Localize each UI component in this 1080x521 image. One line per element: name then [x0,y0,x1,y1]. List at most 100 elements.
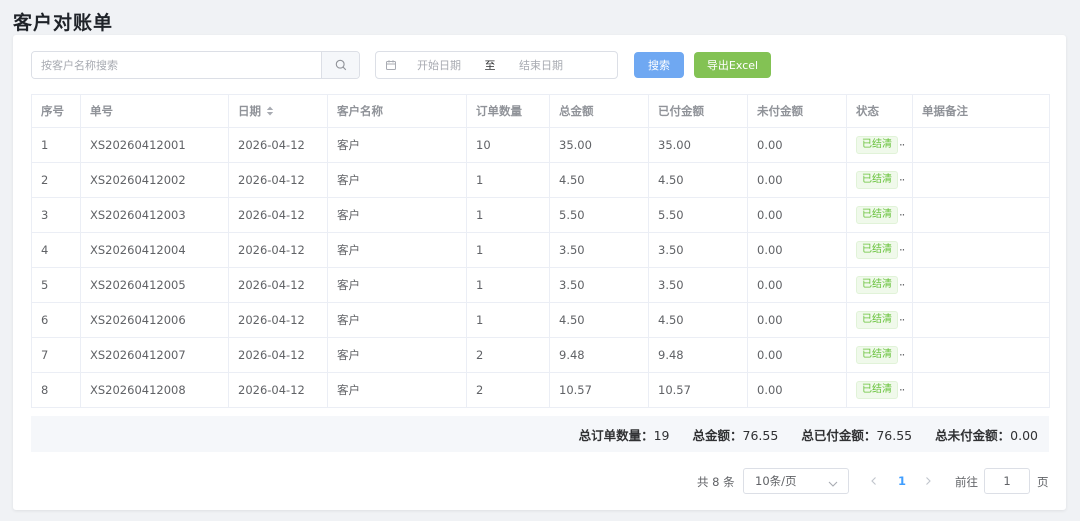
table-cell [913,303,1050,338]
table-cell: 2 [467,373,550,408]
table-cell: XS20260412003 [81,198,229,233]
table-cell: 2 [32,163,81,198]
table-cell: 10.57 [649,373,748,408]
table-cell: 6 [32,303,81,338]
table-cell: 3.50 [649,268,748,303]
table-cell: 2026-04-12 [229,373,328,408]
table-row[interactable]: 6 XS20260412006 2026-04-12 客户 1 4.50 4.50 0.00 已… [32,303,1050,338]
next-page-button[interactable] [924,475,932,489]
table-cell: XS20260412002 [81,163,229,198]
total-amount-value: 76.55 [742,427,779,443]
table-cell: 4 [32,233,81,268]
overflow-ellipsis-icon: ·· [899,173,905,187]
page-size-value: 10条/页 [755,474,797,488]
table-cell: 3.50 [550,268,649,303]
summary-bar: 总订单数量：19 总金额：76.55 总已付金额：76.55 总未付金额：0.0… [31,416,1049,452]
date-column-header[interactable]: 日期 [229,95,328,128]
status-badge: 已结清 [856,311,898,329]
table-cell: 客户 [328,373,467,408]
table-cell: 5.50 [550,198,649,233]
pagination: 共 8 条 10条/页 1 前往 页 [13,468,1066,494]
table-cell: 2 [467,338,550,373]
search-button[interactable]: 搜索 [634,52,684,78]
table-cell: XS20260412004 [81,233,229,268]
export-excel-button[interactable]: 导出Excel [694,52,771,78]
table-cell: 已结清 ·· [847,163,913,198]
table-row[interactable]: 2 XS20260412002 2026-04-12 客户 1 4.50 4.50 0.00 已… [32,163,1050,198]
overflow-ellipsis-icon: ·· [899,313,905,327]
table-row[interactable]: 5 XS20260412005 2026-04-12 客户 1 3.50 3.50 0.00 已… [32,268,1050,303]
table-row[interactable]: 7 XS20260412007 2026-04-12 客户 2 9.48 9.48 0.00 已… [32,338,1050,373]
search-icon-button[interactable] [321,52,359,78]
table-cell: 客户 [328,268,467,303]
goto-page-input[interactable] [984,468,1030,494]
table-cell: 9.48 [550,338,649,373]
table-row[interactable]: 1 XS20260412001 2026-04-12 客户 10 35.00 35.00 0.… [32,128,1050,163]
column-header: 未付金额 [748,95,847,128]
status-badge: 已结清 [856,381,898,399]
start-date-input[interactable]: 开始日期 [406,57,472,73]
table-cell: 0.00 [748,163,847,198]
goto-label: 前往 [955,475,978,489]
table-cell: 2026-04-12 [229,163,328,198]
total-orders-value: 19 [653,427,670,443]
column-header: 序号 [32,95,81,128]
table-cell [913,233,1050,268]
table-cell: 客户 [328,338,467,373]
chevron-left-icon [871,477,876,485]
total-unpaid-value: 0.00 [1010,427,1038,443]
overflow-ellipsis-icon: ·· [899,208,905,222]
status-badge: 已结清 [856,206,898,224]
table-cell: 0.00 [748,303,847,338]
table-cell: 7 [32,338,81,373]
column-header: 单号 [81,95,229,128]
total-unpaid: 总未付金额：0.00 [935,425,1038,444]
overflow-ellipsis-icon: ·· [899,243,905,257]
search-group [31,51,360,79]
page-title: 客户对账单 [13,12,114,34]
page-number-current[interactable]: 1 [898,474,906,488]
status-badge: 已结清 [856,136,898,154]
table-cell: 5.50 [649,198,748,233]
date-range-separator: 至 [484,59,496,72]
overflow-ellipsis-icon: ·· [899,383,905,397]
statement-table: 序号 单号 日期 客户名称 订单数量 总金额 已付金额 未付金额 状态 单据备注… [31,94,1050,408]
table-cell: 3 [32,198,81,233]
table-cell: XS20260412005 [81,268,229,303]
total-amount: 总金额：76.55 [693,425,779,444]
table-cell: 5 [32,268,81,303]
sort-icon[interactable] [266,106,274,116]
statement-card: 开始日期 至 结束日期 搜索 导出Excel 序号 单号 日期 客户名称 订单数… [13,35,1066,510]
end-date-input[interactable]: 结束日期 [508,57,574,73]
table-row[interactable]: 8 XS20260412008 2026-04-12 客户 2 10.57 10.57 0.0… [32,373,1050,408]
prev-page-button[interactable] [870,475,878,489]
table-cell [913,198,1050,233]
pagination-total: 共 8 条 [697,475,735,489]
table-cell: 1 [467,198,550,233]
table-cell: 0.00 [748,198,847,233]
table-row[interactable]: 3 XS20260412003 2026-04-12 客户 1 5.50 5.50 0.00 已… [32,198,1050,233]
table-cell: 已结清 ·· [847,128,913,163]
total-paid-value: 76.55 [876,427,913,443]
table-cell: 已结清 ·· [847,303,913,338]
total-orders-label: 总订单数量： [578,427,654,443]
table-cell: 0.00 [748,233,847,268]
table-cell [913,338,1050,373]
customer-search-input[interactable] [32,52,321,78]
column-header: 已付金额 [649,95,748,128]
table-cell: 1 [467,233,550,268]
table-row[interactable]: 4 XS20260412004 2026-04-12 客户 1 3.50 3.50 0.00 已… [32,233,1050,268]
table-cell [913,163,1050,198]
table-cell: 2026-04-12 [229,198,328,233]
table-body: 1 XS20260412001 2026-04-12 客户 10 35.00 35.00 0.… [32,128,1050,408]
table-cell: 0.00 [748,268,847,303]
table-cell: 2026-04-12 [229,303,328,338]
page-size-select[interactable]: 10条/页 [743,468,849,494]
table-cell: 客户 [328,233,467,268]
table-cell: XS20260412007 [81,338,229,373]
table-cell: 10.57 [550,373,649,408]
overflow-ellipsis-icon: ·· [899,278,905,292]
table-cell: 4.50 [550,303,649,338]
date-range-picker[interactable]: 开始日期 至 结束日期 [375,51,618,79]
column-header-label: 日期 [238,104,261,118]
